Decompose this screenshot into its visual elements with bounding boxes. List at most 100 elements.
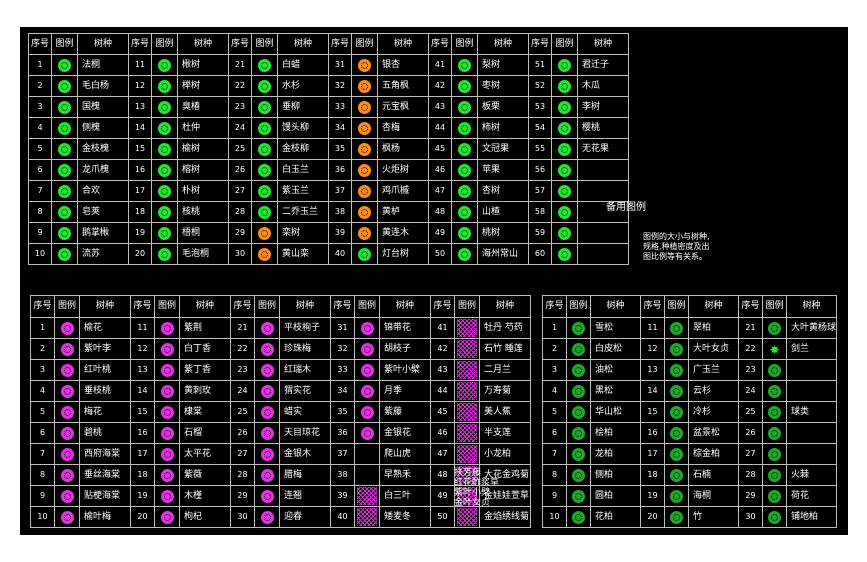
species-name: 迎春 — [279, 506, 331, 528]
legend-symbol — [51, 75, 78, 97]
plant-symbol-icon — [558, 143, 571, 156]
sequence-number: 28 — [228, 201, 252, 223]
legend-symbol — [354, 485, 380, 507]
sequence-number: 1 — [28, 54, 52, 76]
species-name: 华山松 — [590, 401, 641, 423]
column-header: 序号 — [528, 33, 552, 55]
sequence-number: 55 — [528, 138, 552, 160]
legend-symbol — [151, 243, 178, 265]
column-header: 树种 — [77, 33, 129, 55]
table-row: 7 西府海棠 17 太平花 27 金银木 37 爬山虎 47 小龙柏 — [30, 443, 531, 465]
plant-symbol-icon — [358, 101, 371, 114]
sequence-number: 50 — [430, 506, 455, 528]
sequence-number: 9 — [28, 222, 52, 244]
plant-symbol-icon — [670, 406, 683, 419]
sequence-number: 8 — [28, 201, 52, 223]
legend-symbol — [566, 485, 591, 507]
sequence-number: 7 — [28, 180, 52, 202]
plant-symbol-icon — [458, 59, 471, 72]
sequence-number: 42 — [430, 338, 455, 360]
plant-symbol-icon — [558, 206, 571, 219]
legend-symbol — [566, 506, 591, 528]
species-name: 杏梅 — [377, 117, 429, 139]
plant-symbol-icon — [458, 206, 471, 219]
species-name: 垂枝桃 — [79, 380, 131, 402]
species-name: 金枝柳 — [277, 138, 329, 160]
species-name: 榆树 — [177, 138, 229, 160]
sequence-number: 15 — [130, 401, 155, 423]
legend-symbol — [551, 54, 578, 76]
legend-symbol — [351, 243, 378, 265]
legend-symbol — [151, 180, 178, 202]
sequence-number: 22 — [228, 75, 252, 97]
species-name: 毛白杨 — [77, 75, 129, 97]
species-name: 楸树 — [177, 54, 229, 76]
plant-symbol-icon — [58, 143, 71, 156]
sequence-number: 9 — [30, 485, 55, 507]
plant-symbol-icon — [258, 185, 271, 198]
sequence-number: 3 — [28, 96, 52, 118]
legend-symbol — [664, 506, 689, 528]
legend-symbol — [664, 359, 689, 381]
plant-symbol-icon — [260, 322, 274, 335]
legend-symbol — [251, 180, 278, 202]
species-name: 小龙柏 — [479, 443, 531, 465]
legend-symbol — [664, 401, 689, 423]
species-name: 黑松 — [590, 380, 641, 402]
sequence-number: 27 — [228, 180, 252, 202]
plant-symbol-icon — [60, 406, 74, 419]
species-name: 垂丝海棠 — [79, 464, 131, 486]
plant-symbol-icon — [58, 164, 71, 177]
plant-symbol-icon — [60, 322, 74, 335]
sequence-number: 41 — [430, 317, 455, 339]
species-name: 紫荆 — [179, 317, 231, 339]
legend-symbol — [762, 464, 787, 486]
legend-symbol — [151, 159, 178, 181]
plant-symbol-icon — [360, 427, 374, 440]
sequence-number: 17 — [130, 443, 155, 465]
species-name: 广玉兰 — [688, 359, 739, 381]
sequence-number: 22 — [230, 338, 255, 360]
legend-symbol — [251, 54, 278, 76]
species-name: 棕金柏 — [688, 443, 739, 465]
column-header: 图例 — [51, 33, 78, 55]
plant-symbol-icon — [572, 385, 585, 398]
legend-symbol — [454, 338, 480, 360]
sequence-number: 38 — [328, 201, 352, 223]
species-name: 腊梅 — [279, 464, 331, 486]
plant-symbol-icon — [572, 364, 585, 377]
hatch-pattern-icon — [357, 508, 377, 526]
species-name — [786, 422, 837, 444]
column-header: 图例 — [151, 33, 178, 55]
legend-symbol — [354, 506, 380, 528]
sequence-number: 50 — [428, 243, 452, 265]
plant-symbol-icon — [160, 490, 174, 503]
plant-symbol-icon — [558, 59, 571, 72]
legend-symbol — [254, 401, 280, 423]
plant-symbol-icon — [558, 101, 571, 114]
plant-symbol-icon — [258, 122, 271, 135]
sequence-number: 20 — [640, 506, 665, 528]
sequence-number: 17 — [128, 180, 152, 202]
legend-symbol — [254, 359, 280, 381]
legend-symbol — [154, 506, 180, 528]
plant-symbol-icon — [572, 490, 585, 503]
sequence-number: 28 — [738, 464, 763, 486]
plant-symbol-icon — [58, 122, 71, 135]
species-name: 石竹 睡莲 — [479, 338, 531, 360]
plant-symbol-icon — [458, 248, 471, 261]
column-header: 序号 — [330, 295, 355, 318]
species-name: 李树 — [577, 96, 629, 118]
sequence-number: 20 — [130, 506, 155, 528]
plant-symbol-icon — [670, 364, 683, 377]
plant-symbol-icon — [458, 143, 471, 156]
species-name: 梧桐 — [177, 222, 229, 244]
table-row: 9 圆柏 19 海桐 29 荷花 — [542, 485, 837, 507]
species-name: 连翘 — [279, 485, 331, 507]
plant-symbol-icon — [572, 469, 585, 482]
sequence-number: 53 — [528, 96, 552, 118]
sequence-number: 29 — [230, 485, 255, 507]
species-name: 美人蕉 — [479, 401, 531, 423]
legend-symbol — [251, 159, 278, 181]
sequence-number: 6 — [542, 422, 567, 444]
